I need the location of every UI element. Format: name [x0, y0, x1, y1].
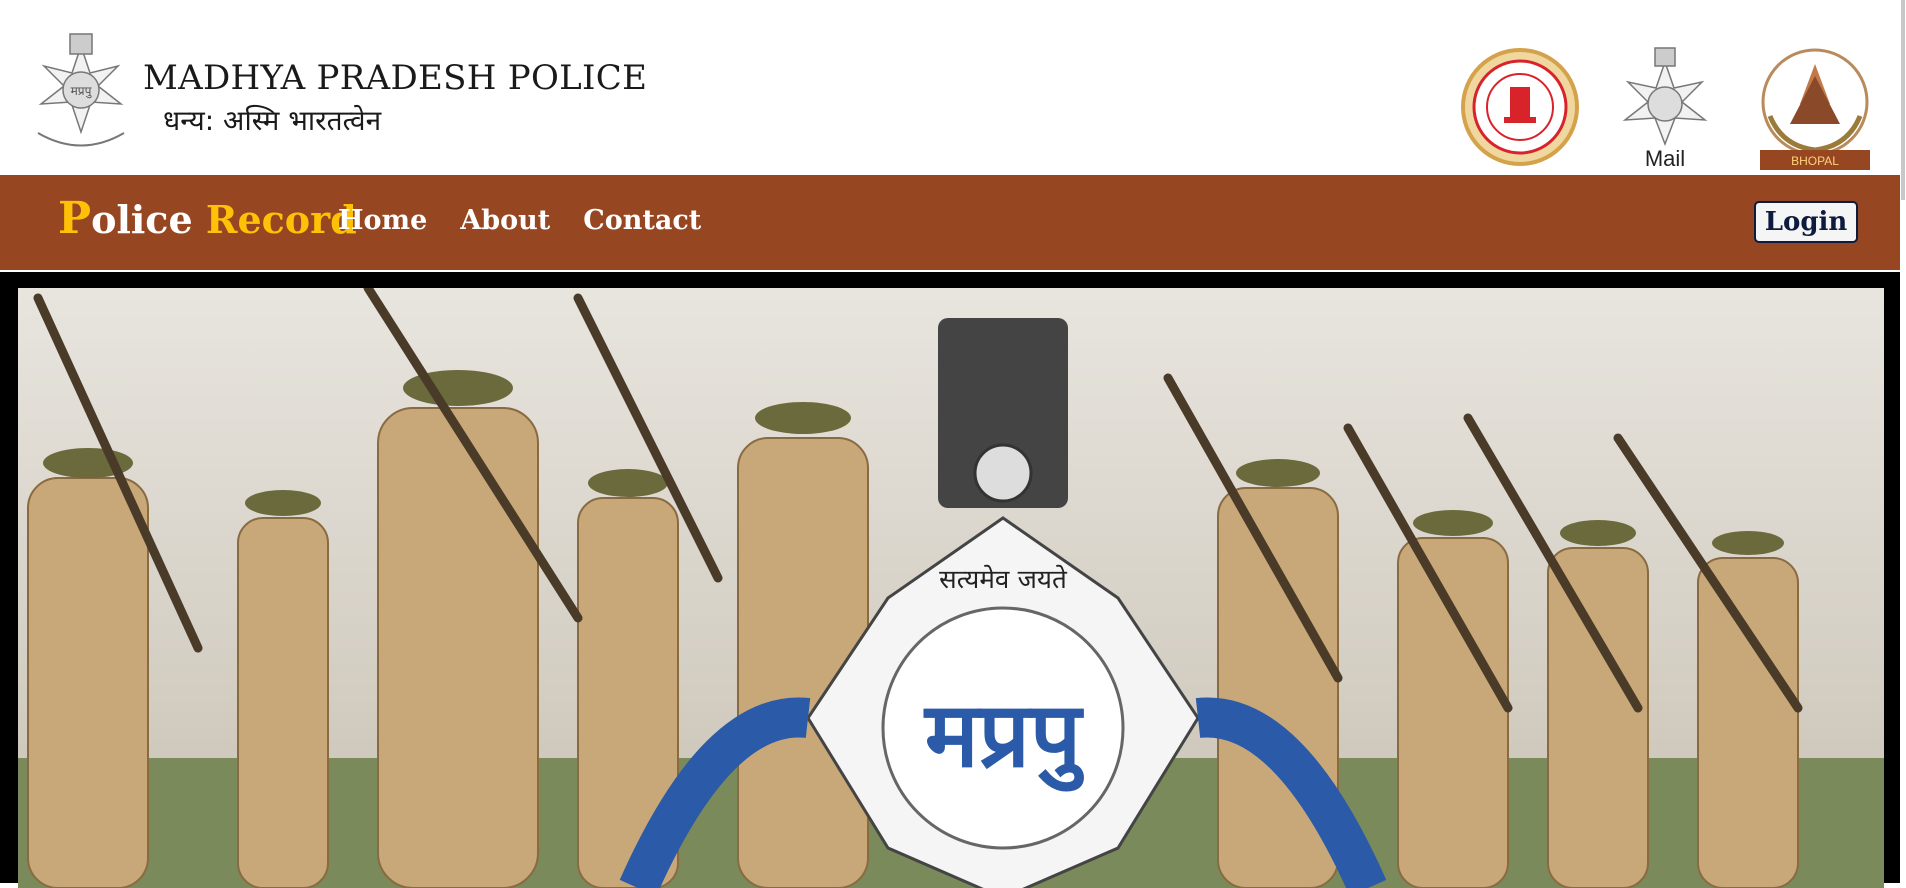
all-india-police-duty-meet-logo[interactable]: BHOPAL [1752, 46, 1878, 174]
mp-police-emblem-logo: मप्रपु [37, 33, 125, 147]
main-navbar: Police Record Home About Contact Login [0, 175, 1900, 270]
nav-about-link[interactable]: About [460, 205, 550, 236]
mail-link[interactable]: Mail [1602, 46, 1728, 174]
brand-logo[interactable]: Police Record [58, 193, 357, 244]
svg-text:मप्रपु: मप्रपु [71, 84, 93, 99]
site-tagline: धन्य: अस्मि भारतत्वेन [163, 104, 382, 137]
badge-text: मप्रपु [923, 683, 1084, 792]
hero-image: सत्यमेव जयते मप्रपु [18, 288, 1884, 888]
hero-banner: सत्यमेव जयते मप्रपु [0, 272, 1900, 888]
brand-second-word: Record [205, 197, 357, 242]
mp-government-seal-logo[interactable] [1460, 47, 1580, 167]
brand-first-word: olice [91, 197, 193, 242]
meet-logo-text: BHOPAL [1791, 154, 1839, 168]
mail-emblem-icon [1622, 47, 1708, 147]
site-header: मप्रपु MADHYA PRADESH POLICE धन्य: अस्मि… [0, 0, 1900, 175]
badge-motto: सत्यमेव जयते [939, 564, 1068, 595]
nav-home-link[interactable]: Home [338, 205, 427, 236]
site-title: MADHYA PRADESH POLICE [143, 58, 648, 98]
nav-contact-link[interactable]: Contact [583, 205, 701, 236]
marching-police-image: सत्यमेव जयते मप्रपु [18, 288, 1884, 888]
mail-label: Mail [1644, 146, 1686, 171]
brand-initial: P [58, 193, 92, 244]
login-button[interactable]: Login [1754, 201, 1858, 243]
nav-links: Home About Contact [338, 205, 701, 236]
page-scrollbar-thumb[interactable] [1901, 0, 1905, 200]
